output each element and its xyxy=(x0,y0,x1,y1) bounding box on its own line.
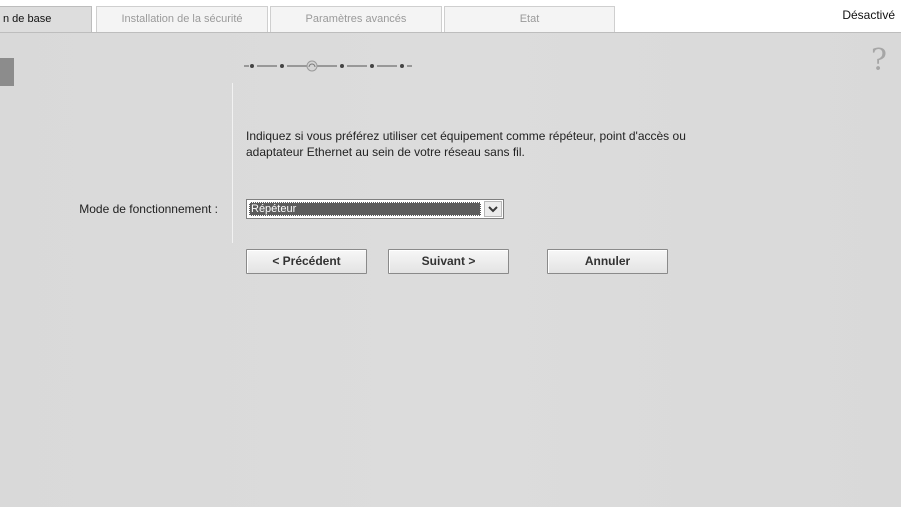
tab-advanced-settings[interactable]: Paramètres avancés xyxy=(270,6,442,32)
divider xyxy=(232,83,233,243)
progress-step xyxy=(400,64,404,68)
question-mark-icon[interactable]: ? xyxy=(871,43,887,78)
cancel-button[interactable]: Annuler xyxy=(547,249,668,274)
chevron-down-icon[interactable] xyxy=(484,201,502,217)
progress-step xyxy=(280,64,284,68)
progress-step xyxy=(340,64,344,68)
tab-security-setup[interactable]: Installation de la sécurité xyxy=(96,6,268,32)
status-text: Désactivé xyxy=(842,8,895,22)
progress-step xyxy=(370,64,374,68)
operation-mode-select[interactable]: Répéteur xyxy=(246,199,504,219)
wizard-panel: ? Indiquez si vous préférez utiliser cet… xyxy=(0,32,901,507)
progress-step xyxy=(250,64,254,68)
instruction-text: Indiquez si vous préférez utiliser cet é… xyxy=(246,129,686,159)
previous-button[interactable]: < Précédent xyxy=(246,249,367,274)
tab-status[interactable]: Etat xyxy=(444,6,615,32)
operation-mode-selected-value: Répéteur xyxy=(249,202,481,216)
progress-step-current xyxy=(306,60,318,72)
wizard-progress-graphic xyxy=(244,60,412,72)
wizard-progress xyxy=(244,55,444,75)
next-button[interactable]: Suivant > xyxy=(388,249,509,274)
operation-mode-label: Mode de fonctionnement : xyxy=(79,202,218,216)
side-marker xyxy=(0,58,14,86)
tab-basic-settings[interactable]: n de base xyxy=(0,6,92,32)
tab-bar: n de base Installation de la sécurité Pa… xyxy=(0,0,901,32)
